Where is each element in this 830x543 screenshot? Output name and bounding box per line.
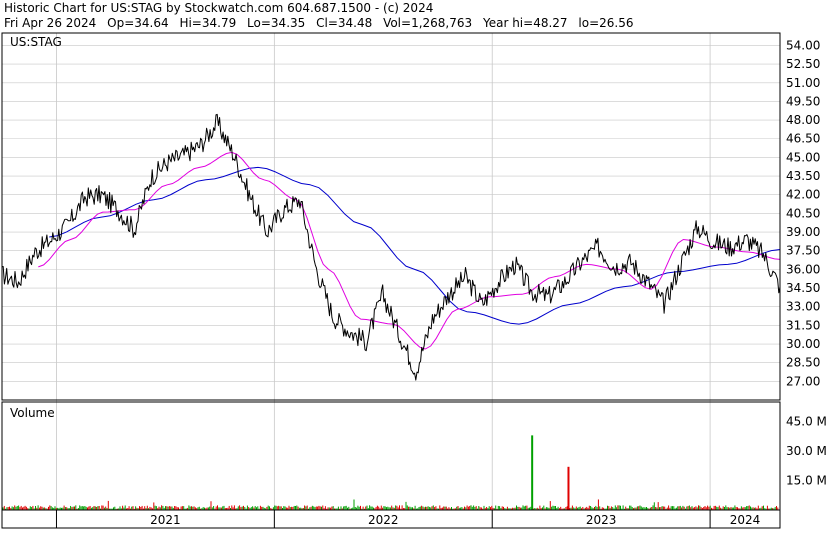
price-tick-label: 43.50 xyxy=(786,169,820,183)
price-tick-label: 52.50 xyxy=(786,57,820,71)
price-tick-label: 31.50 xyxy=(786,318,820,332)
price-layer xyxy=(1,113,781,381)
volume-tick-label: 30.0 M xyxy=(786,444,827,458)
year-tick-label: 2021 xyxy=(150,513,181,527)
price-tick-label: 28.50 xyxy=(786,356,820,370)
price-tick-label: 34.50 xyxy=(786,281,820,295)
volume-panel-frame xyxy=(1,401,781,511)
year-tick-label: 2023 xyxy=(586,513,617,527)
price-panel-label: US:STAG xyxy=(10,35,62,49)
frame-layer xyxy=(1,32,781,529)
price-tick-label: 39.00 xyxy=(786,225,820,239)
price-tick-label: 40.50 xyxy=(786,206,820,220)
year-tick-label: 2022 xyxy=(368,513,399,527)
price-tick-label: 48.00 xyxy=(786,113,820,127)
volume-tick-label: 15.0 M xyxy=(786,474,827,488)
chart-stage: Historic Chart for US:STAG by Stockwatch… xyxy=(0,0,830,543)
moving-average-long-line xyxy=(49,166,781,325)
price-line xyxy=(1,113,781,381)
price-tick-label: 30.00 xyxy=(786,337,820,351)
price-tick-label: 42.00 xyxy=(786,188,820,202)
price-tick-label: 37.50 xyxy=(786,244,820,258)
volume-tick-label: 45.0 M xyxy=(786,415,827,429)
price-tick-label: 33.00 xyxy=(786,300,820,314)
price-tick-label: 54.00 xyxy=(786,38,820,52)
year-tick-label: 2024 xyxy=(730,513,761,527)
price-tick-label: 51.00 xyxy=(786,76,820,90)
price-tick-label: 45.00 xyxy=(786,150,820,164)
volume-layer xyxy=(2,435,779,510)
price-tick-label: 49.50 xyxy=(786,94,820,108)
price-tick-label: 36.00 xyxy=(786,262,820,276)
label-layer: US:STAG Volume 54.00 52.50 51.00 49.50 48.00… xyxy=(10,35,827,527)
stock-chart-svg: US:STAG Volume 54.00 52.50 51.00 49.50 48.00… xyxy=(1,32,827,529)
grid-layer xyxy=(2,33,780,510)
volume-panel-label: Volume xyxy=(10,406,55,420)
price-tick-label: 46.50 xyxy=(786,132,820,146)
price-tick-label: 27.00 xyxy=(786,374,820,388)
